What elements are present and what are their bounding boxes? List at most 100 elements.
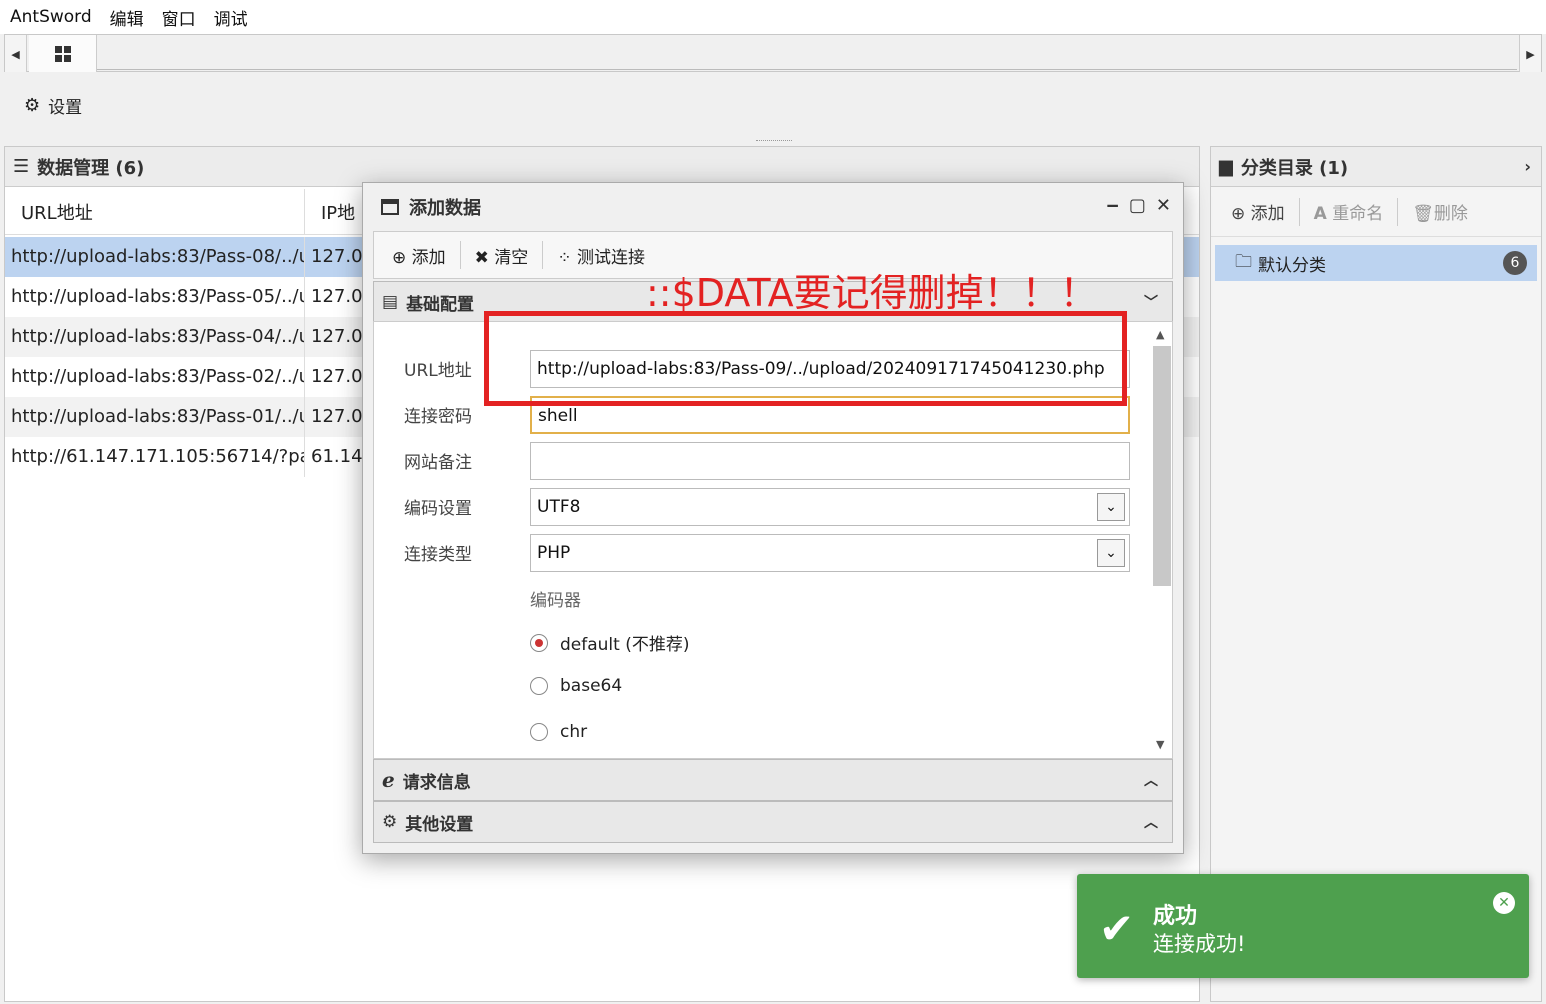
menubar: AntSword 编辑 窗口 调试 (0, 0, 1546, 34)
test-connection-button[interactable]: ⁘ 测试连接 (557, 243, 645, 268)
settings-button[interactable]: 设置 (48, 93, 82, 118)
rename-category-label: 重命名 (1332, 204, 1384, 224)
data-panel-header: ☰ 数据管理 (6) (5, 147, 1199, 187)
document-icon: ▤ (382, 292, 399, 312)
menu-window[interactable]: 窗口 (162, 5, 196, 30)
scrollbar[interactable]: ▲ ▼ (1150, 324, 1171, 756)
type-select[interactable]: PHP ⌄ (530, 534, 1130, 572)
category-panel-header: ▆ 分类目录 (1) › (1211, 147, 1541, 187)
close-icon[interactable]: ✕ (1156, 195, 1171, 216)
data-panel-title: 数据管理 (6) (37, 157, 145, 179)
section-request-header[interactable]: ℯ 请求信息 ︿ (373, 759, 1173, 801)
cell-url: http://upload-labs:83/Pass-02/../u (5, 357, 305, 397)
section-other-header[interactable]: ⚙ 其他设置 ︿ (373, 801, 1173, 843)
cell-url: http://upload-labs:83/Pass-04/../u (5, 317, 305, 357)
success-toast: ✔ 成功 连接成功! ✕ (1077, 874, 1529, 978)
folder-icon: ▆ (1219, 156, 1233, 177)
cell-ip: 127.0 (311, 406, 363, 427)
radio-button[interactable] (530, 677, 548, 695)
url-label: URL地址 (404, 361, 472, 381)
tab-strip: ◀ ▶ (4, 34, 1542, 73)
close-icon[interactable]: ✕ (1493, 892, 1515, 914)
window-icon (381, 199, 399, 215)
add-button[interactable]: ⊕ 添加 (392, 243, 446, 268)
grid-icon (54, 46, 71, 62)
add-category-label: 添加 (1250, 204, 1285, 224)
maximize-icon[interactable]: ▢ (1129, 195, 1146, 216)
scroll-up-icon[interactable]: ▲ (1156, 328, 1164, 341)
category-panel-title: 分类目录 (1) (1240, 157, 1349, 179)
clear-button[interactable]: ✖ 清空 (475, 243, 529, 268)
gear-icon: ⚙ (24, 94, 41, 116)
encoder-option-base64[interactable]: base64 (530, 676, 622, 696)
toolbar-separator (1397, 197, 1399, 226)
password-label: 连接密码 (404, 407, 472, 427)
folder-open-icon: 🗀 (1235, 251, 1252, 272)
chevron-down-icon[interactable]: ⌄ (1097, 493, 1125, 521)
column-header-url[interactable]: URL地址 (5, 189, 305, 235)
chevron-down-icon[interactable]: ⌄ (1097, 539, 1125, 567)
settings-toolbar: ⚙ 设置 (4, 72, 1542, 138)
splitter-handle[interactable] (756, 140, 792, 143)
category-item-label: 默认分类 (1258, 255, 1326, 276)
test-connection-label: 测试连接 (576, 247, 645, 268)
cell-ip: 127.0 (311, 326, 363, 347)
cell-ip: 61.14 (311, 446, 363, 467)
section-request-title: 请求信息 (402, 772, 471, 793)
trash-icon: 🗑 (1412, 204, 1434, 224)
menu-debug[interactable]: 调试 (214, 5, 248, 30)
type-select-value: PHP (537, 543, 571, 563)
minimize-icon[interactable]: ‒ (1106, 195, 1119, 216)
delete-category-label: 删除 (1433, 204, 1468, 224)
scrollbar-thumb[interactable] (1153, 346, 1171, 586)
category-item-default[interactable]: 🗀 默认分类 6 (1215, 245, 1537, 281)
type-label: 连接类型 (404, 545, 472, 565)
delete-category-button[interactable]: 🗑删除 (1412, 199, 1468, 224)
dialog-titlebar[interactable]: 添加数据 (363, 183, 1183, 231)
collapse-right-icon[interactable]: › (1524, 157, 1531, 176)
cell-url: http://upload-labs:83/Pass-08/../u (5, 237, 305, 277)
note-field[interactable] (530, 442, 1130, 480)
radio-button[interactable] (530, 723, 548, 741)
spinner-icon: ⁘ (557, 247, 572, 268)
list-icon: ☰ (13, 156, 30, 177)
encoder-label: 编码器 (530, 591, 581, 611)
tab-scroll-right-icon[interactable]: ▶ (1519, 35, 1541, 73)
rename-category-button[interactable]: A 重命名 (1314, 199, 1384, 224)
cell-ip: 127.0 (311, 246, 363, 267)
tab-scroll-left-icon[interactable]: ◀ (5, 35, 27, 73)
clear-button-label: 清空 (494, 247, 529, 268)
encoder-option-label: default (不推荐) (560, 635, 690, 655)
scroll-down-icon[interactable]: ▼ (1156, 738, 1164, 751)
cell-ip: 127.0 (311, 366, 363, 387)
x-icon: ✖ (474, 247, 489, 268)
menu-antsword[interactable]: AntSword (10, 7, 92, 27)
toast-title: 成功 (1153, 904, 1198, 929)
add-category-button[interactable]: ⊕ 添加 (1231, 199, 1285, 224)
menu-edit[interactable]: 编辑 (110, 5, 144, 30)
encoder-option-chr[interactable]: chr (530, 722, 587, 742)
category-toolbar: ⊕ 添加 A 重命名 🗑删除 (1211, 187, 1541, 237)
cell-url: http://upload-labs:83/Pass-05/../u (5, 277, 305, 317)
plus-circle-icon: ⊕ (392, 247, 407, 268)
checkmark-icon: ✔ (1099, 904, 1135, 953)
cell-ip: 127.0 (311, 286, 363, 307)
cell-url: http://upload-labs:83/Pass-01/../u (5, 397, 305, 437)
annotation-box (484, 311, 1127, 406)
section-other-title: 其他设置 (405, 814, 474, 835)
radio-button[interactable] (530, 633, 548, 652)
toolbar-separator (1298, 197, 1300, 226)
chevron-up-icon: ︿ (1144, 773, 1158, 789)
gears-icon: ⚙ (382, 812, 398, 832)
toolbar-separator (542, 241, 544, 269)
toolbar-separator (459, 241, 461, 269)
chevron-up-icon: ︿ (1144, 815, 1158, 831)
section-basic-title: 基础配置 (406, 294, 475, 315)
dialog-title: 添加数据 (409, 198, 481, 219)
tab-home[interactable] (29, 35, 97, 73)
count-badge: 6 (1503, 251, 1527, 275)
encoding-select[interactable]: UTF8 ⌄ (530, 488, 1130, 526)
dialog-controls: ‒ ▢ ✕ (1106, 195, 1171, 216)
plus-circle-icon: ⊕ (1231, 204, 1246, 224)
encoder-option-default[interactable]: default (不推荐) (530, 630, 689, 655)
